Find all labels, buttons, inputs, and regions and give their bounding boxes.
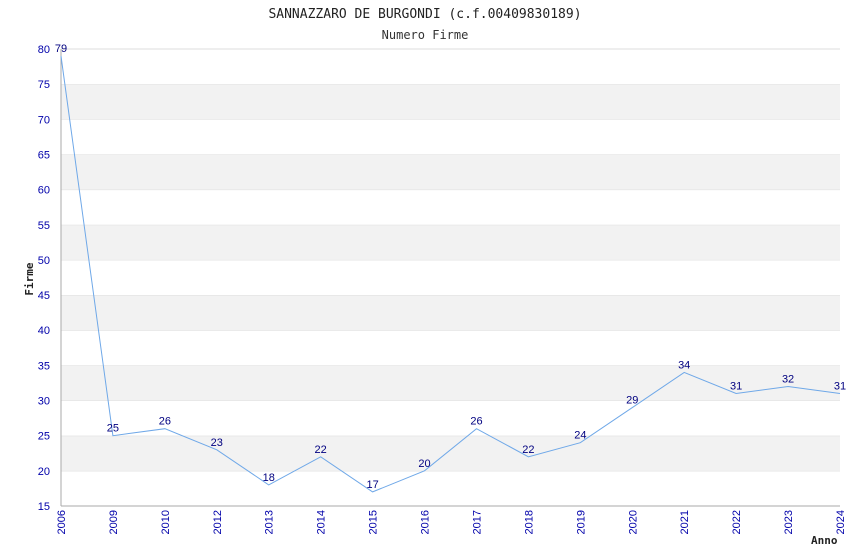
y-tick-label: 70 xyxy=(38,114,50,126)
data-label: 25 xyxy=(107,423,119,435)
x-tick-label: 2019 xyxy=(575,510,587,534)
y-tick-label: 75 xyxy=(38,79,50,91)
data-label: 22 xyxy=(315,444,327,456)
grid-band xyxy=(61,400,840,436)
data-label: 32 xyxy=(782,373,794,385)
x-tick-label: 2024 xyxy=(835,510,847,534)
y-tick-label: 80 xyxy=(38,44,50,56)
y-tick-label: 40 xyxy=(38,325,50,337)
data-label: 34 xyxy=(678,359,690,371)
y-tick-label: 20 xyxy=(38,466,50,478)
chart-title: SANNAZZARO DE BURGONDI (c.f.00409830189) xyxy=(268,7,581,22)
x-axis-label: Anno xyxy=(811,534,838,547)
data-label: 26 xyxy=(159,416,171,428)
grid-band xyxy=(61,154,840,190)
y-tick-label: 55 xyxy=(38,220,50,232)
grid-band xyxy=(61,259,840,296)
x-tick-label: 2009 xyxy=(108,510,120,534)
x-tick-label: 2023 xyxy=(783,510,795,534)
data-label: 20 xyxy=(418,458,430,470)
x-tick-label: 2013 xyxy=(264,510,276,534)
x-tick-label: 2012 xyxy=(212,510,224,534)
data-label: 23 xyxy=(211,437,223,449)
grid-bands xyxy=(61,48,840,506)
y-tick-labels: 15 20 25 30 35 40 45 50 55 60 65 70 75 80 xyxy=(38,44,50,513)
data-label: 26 xyxy=(470,416,482,428)
data-label: 17 xyxy=(366,479,378,491)
data-label: 31 xyxy=(834,381,846,393)
y-tick-label: 60 xyxy=(38,185,50,197)
x-tick-label: 2018 xyxy=(523,510,535,534)
data-label: 79 xyxy=(55,43,67,55)
y-tick-label: 25 xyxy=(38,431,50,443)
x-tick-label: 2020 xyxy=(627,510,639,534)
line-chart: SANNAZZARO DE BURGONDI (c.f.00409830189)… xyxy=(23,7,847,547)
x-tick-label: 2015 xyxy=(368,510,380,534)
grid-band xyxy=(61,330,840,366)
grid-band xyxy=(61,119,840,155)
x-tick-label: 2014 xyxy=(316,510,328,534)
grid-band xyxy=(61,365,840,401)
x-tick-label: 2006 xyxy=(56,510,68,534)
grid-band xyxy=(61,435,840,471)
x-tick-label: 2022 xyxy=(731,510,743,534)
data-label: 24 xyxy=(574,430,586,442)
grid-band xyxy=(61,224,840,260)
grid-band xyxy=(61,470,840,506)
chart-subtitle: Numero Firme xyxy=(382,28,469,42)
x-tick-label: 2017 xyxy=(471,510,483,534)
grid-band xyxy=(61,49,840,85)
y-tick-label: 30 xyxy=(38,396,50,408)
y-tick-label: 35 xyxy=(38,360,50,372)
x-tick-label: 2016 xyxy=(420,510,432,534)
y-tick-label: 45 xyxy=(38,290,50,302)
x-tick-label: 2010 xyxy=(160,510,172,534)
grid-band xyxy=(61,189,840,225)
data-label: 22 xyxy=(522,444,534,456)
data-label: 18 xyxy=(263,472,275,484)
y-tick-label: 65 xyxy=(38,149,50,161)
y-tick-label: 15 xyxy=(38,501,50,513)
y-axis-label: Firme xyxy=(23,262,36,295)
grid-band xyxy=(61,295,840,331)
x-tick-labels: 2006 2009 2010 2012 2013 2014 2015 2016 2017 2018… xyxy=(56,510,847,534)
x-tick-label: 2021 xyxy=(679,510,691,534)
grid-band xyxy=(61,84,840,120)
data-label: 29 xyxy=(626,395,638,407)
y-tick-label: 50 xyxy=(38,255,50,267)
data-label: 31 xyxy=(730,381,742,393)
